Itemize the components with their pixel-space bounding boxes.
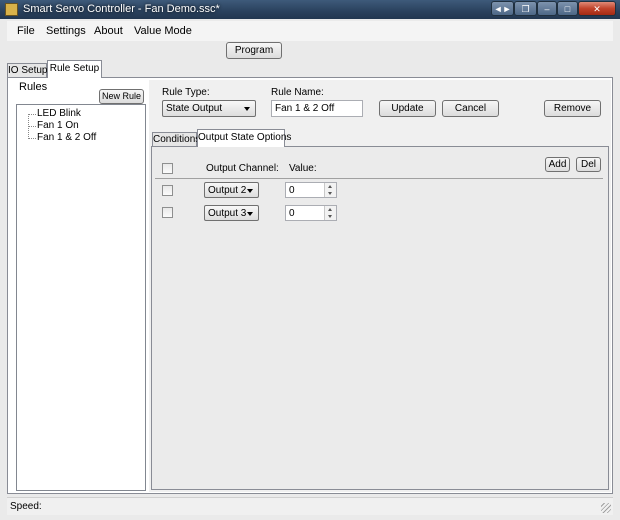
rule-name-label: Rule Name:	[271, 87, 324, 98]
title-bar[interactable]: Smart Servo Controller - Fan Demo.ssc* ◄…	[0, 0, 620, 19]
tree-connector	[28, 114, 36, 115]
delete-output-button[interactable]: Del	[576, 157, 601, 172]
update-button[interactable]: Update	[379, 100, 436, 117]
remove-button[interactable]: Remove	[544, 100, 601, 117]
rule-type-select[interactable]: State Output	[162, 100, 256, 117]
resize-grip-icon[interactable]	[601, 503, 611, 513]
rule-name-input[interactable]: Fan 1 & 2 Off	[271, 100, 363, 117]
menu-file[interactable]: File	[17, 25, 35, 37]
tab-io-setup[interactable]: IO Setup	[7, 63, 47, 77]
app-icon	[5, 3, 18, 16]
maximize-button[interactable]: □	[557, 1, 578, 16]
stepper-buttons[interactable]	[324, 206, 336, 220]
chevron-up-icon	[328, 185, 332, 188]
menu-settings[interactable]: Settings	[46, 25, 86, 37]
new-rule-button[interactable]: New Rule	[99, 89, 144, 104]
output-value-stepper[interactable]: 0	[285, 182, 337, 198]
rules-list[interactable]: LED Blink Fan 1 On Fan 1 & 2 Off	[16, 104, 146, 491]
switch-window-button[interactable]: ◄►	[491, 1, 514, 16]
menu-value-mode[interactable]: Value Mode	[134, 25, 192, 37]
output-channel-value: Output 3	[208, 208, 247, 219]
list-item[interactable]: Fan 1 On	[37, 120, 79, 131]
add-output-button[interactable]: Add	[545, 157, 570, 172]
output-channel-select[interactable]: Output 2	[204, 182, 259, 198]
output-row-checkbox[interactable]	[162, 185, 173, 196]
output-channel-header: Output Channel:	[206, 163, 279, 174]
restore-window-button[interactable]: ❐	[514, 1, 537, 16]
status-bar: Speed:	[7, 497, 613, 515]
chevron-down-icon	[244, 107, 250, 111]
tab-conditions[interactable]: Conditions	[152, 132, 200, 146]
menu-bar: File Settings About Value Mode	[7, 21, 613, 41]
chevron-down-icon	[247, 212, 253, 216]
header-divider	[155, 178, 603, 179]
minimize-button[interactable]: –	[537, 1, 557, 16]
output-channel-value: Output 2	[208, 185, 247, 196]
close-button[interactable]: ✕	[578, 1, 616, 16]
rules-heading: Rules	[19, 81, 48, 93]
select-all-checkbox[interactable]	[162, 163, 173, 174]
rule-type-label: Rule Type:	[162, 87, 210, 98]
chevron-up-icon	[328, 208, 332, 211]
list-item[interactable]: Fan 1 & 2 Off	[37, 132, 96, 143]
output-row-checkbox[interactable]	[162, 207, 173, 218]
output-value: 0	[289, 208, 295, 219]
value-header: Value:	[289, 163, 317, 174]
tree-connector	[28, 126, 36, 127]
tree-connector	[28, 138, 36, 139]
stepper-buttons[interactable]	[324, 183, 336, 197]
program-button[interactable]: Program	[226, 42, 282, 59]
rule-type-value: State Output	[166, 103, 223, 114]
tab-output-state-options[interactable]: Output State Options	[197, 129, 291, 147]
window-title: Smart Servo Controller - Fan Demo.ssc*	[23, 3, 220, 15]
menu-about[interactable]: About	[94, 25, 123, 37]
tab-rule-setup[interactable]: Rule Setup	[47, 60, 102, 78]
chevron-down-icon	[328, 192, 332, 195]
chevron-down-icon	[247, 189, 253, 193]
output-value: 0	[289, 185, 295, 196]
chevron-down-icon	[328, 215, 332, 218]
speed-label: Speed:	[10, 501, 42, 512]
list-item[interactable]: LED Blink	[37, 108, 81, 119]
output-channel-select[interactable]: Output 3	[204, 205, 259, 221]
cancel-button[interactable]: Cancel	[442, 100, 499, 117]
app-window: Smart Servo Controller - Fan Demo.ssc* ◄…	[0, 0, 620, 520]
output-value-stepper[interactable]: 0	[285, 205, 337, 221]
